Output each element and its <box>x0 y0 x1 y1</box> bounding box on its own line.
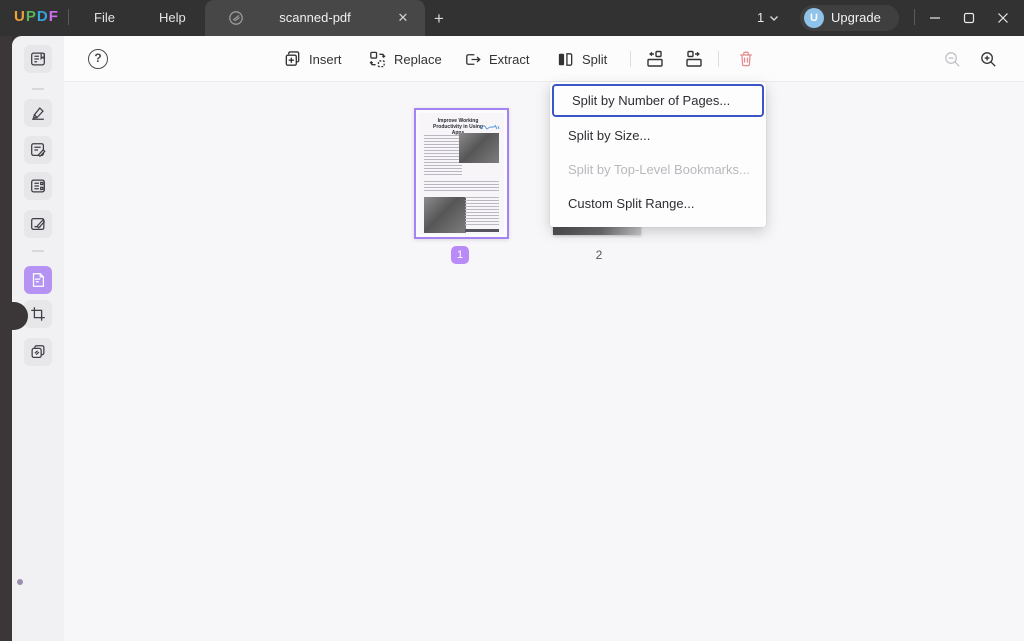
maximize-button[interactable] <box>956 6 982 30</box>
menu-file[interactable]: File <box>80 0 129 36</box>
highlighter-icon <box>29 104 47 122</box>
extract-label: Extract <box>489 52 529 67</box>
upgrade-label: Upgrade <box>831 5 881 31</box>
minimize-button[interactable] <box>922 6 948 30</box>
edit-page-icon <box>29 141 47 159</box>
sidebar-item-crop[interactable] <box>24 300 52 328</box>
logo-letter: F <box>49 8 59 25</box>
new-tab-button[interactable]: + <box>428 8 450 30</box>
titlebar-divider <box>68 9 69 25</box>
sidebar-item-edit[interactable] <box>24 136 52 164</box>
scan-subheading <box>465 229 499 232</box>
extract-icon <box>463 50 482 69</box>
workspace: ? Insert Replace Extract Split <box>12 36 1024 641</box>
upgrade-button[interactable]: U Upgrade <box>800 5 899 31</box>
menu-help[interactable]: Help <box>145 0 200 36</box>
rotate-right-button[interactable] <box>684 49 704 69</box>
toolbar-separator <box>718 51 719 67</box>
menu-item-split-by-size[interactable]: Split by Size... <box>550 119 766 153</box>
updf-window: UPDF File Help scanned-pdf ✕ + 1 U Upgra… <box>0 0 1024 641</box>
sidebar-item-ocr[interactable] <box>24 338 52 366</box>
logo-letter: P <box>26 8 37 25</box>
scan-photo <box>424 197 466 233</box>
sidebar-item-organize-pages[interactable] <box>24 266 52 294</box>
document-tab[interactable]: scanned-pdf ✕ <box>205 0 425 36</box>
tabs-count: 1 <box>757 10 764 25</box>
zoom-in-icon <box>979 50 998 69</box>
rotate-right-icon <box>684 49 704 69</box>
split-icon <box>556 50 575 69</box>
mode-sidebar <box>12 36 64 641</box>
split-label: Split <box>582 52 607 67</box>
page-thumbnail-1[interactable]: Improve Working Productivity in Using Ap… <box>414 108 509 239</box>
maximize-icon <box>963 12 975 24</box>
sidebar-item-sign[interactable] <box>24 210 52 238</box>
insert-label: Insert <box>309 52 342 67</box>
titlebar: UPDF File Help scanned-pdf ✕ + 1 U Upgra… <box>0 0 1024 36</box>
menu-item-split-by-number-of-pages[interactable]: Split by Number of Pages... <box>552 84 764 117</box>
sidebar-item-reader[interactable] <box>24 45 52 73</box>
open-tabs-count-dropdown[interactable]: 1 <box>757 0 779 36</box>
scan-photo <box>459 133 499 163</box>
reader-icon <box>29 50 47 68</box>
extract-button[interactable]: Extract <box>463 36 529 82</box>
tab-title: scanned-pdf <box>205 0 425 36</box>
zoom-out-icon <box>943 50 962 69</box>
trash-icon <box>737 50 755 68</box>
menu-item-custom-split-range[interactable]: Custom Split Range... <box>550 187 766 221</box>
split-dropdown-menu: Split by Number of Pages... Split by Siz… <box>550 82 766 227</box>
minimize-icon <box>929 12 941 24</box>
zoom-out-button[interactable] <box>942 49 962 69</box>
sidebar-item-comment[interactable] <box>24 99 52 127</box>
form-fields-icon <box>29 177 47 195</box>
replace-icon <box>368 50 387 69</box>
logo-letter: U <box>14 8 26 25</box>
logo-letter: D <box>37 8 49 25</box>
titlebar-divider <box>914 9 915 25</box>
account-avatar: U <box>804 8 824 28</box>
split-button[interactable]: Split <box>556 36 607 82</box>
signature-icon <box>29 215 47 233</box>
ocr-pages-icon <box>29 343 47 361</box>
close-button[interactable] <box>990 6 1016 30</box>
panel-handle-dot <box>17 579 23 585</box>
page-number-2: 2 <box>592 248 606 262</box>
crop-icon <box>29 305 47 323</box>
sidebar-item-form[interactable] <box>24 172 52 200</box>
sidebar-separator <box>32 250 44 252</box>
insert-page-icon <box>283 50 302 69</box>
organize-pages-icon <box>29 271 47 289</box>
page-organize-canvas: ? Insert Replace Extract Split <box>64 36 1024 641</box>
scan-text-column <box>465 197 499 227</box>
replace-label: Replace <box>394 52 442 67</box>
scan-text-column <box>424 135 462 177</box>
replace-button[interactable]: Replace <box>368 36 442 82</box>
sidebar-separator <box>32 88 44 90</box>
help-icon[interactable]: ? <box>88 49 108 69</box>
updf-logo: UPDF <box>14 8 59 25</box>
rotate-left-button[interactable] <box>645 49 665 69</box>
chevron-down-icon <box>769 15 779 22</box>
scanned-page-preview: Improve Working Productivity in Using Ap… <box>419 113 504 234</box>
page-number-badge-1: 1 <box>451 246 469 264</box>
zoom-in-button[interactable] <box>978 49 998 69</box>
left-panel-rail <box>0 36 12 641</box>
delete-page-button[interactable] <box>736 49 756 69</box>
rotate-left-icon <box>645 49 665 69</box>
close-icon <box>997 12 1009 24</box>
organize-toolbar: ? Insert Replace Extract Split <box>64 36 1024 82</box>
scan-text-band <box>424 181 499 193</box>
tab-close-icon[interactable]: ✕ <box>395 10 411 26</box>
handwritten-signature <box>480 123 500 132</box>
insert-button[interactable]: Insert <box>283 36 342 82</box>
toolbar-separator <box>630 51 631 67</box>
menu-item-split-by-top-level-bookmarks: Split by Top-Level Bookmarks... <box>550 153 766 187</box>
